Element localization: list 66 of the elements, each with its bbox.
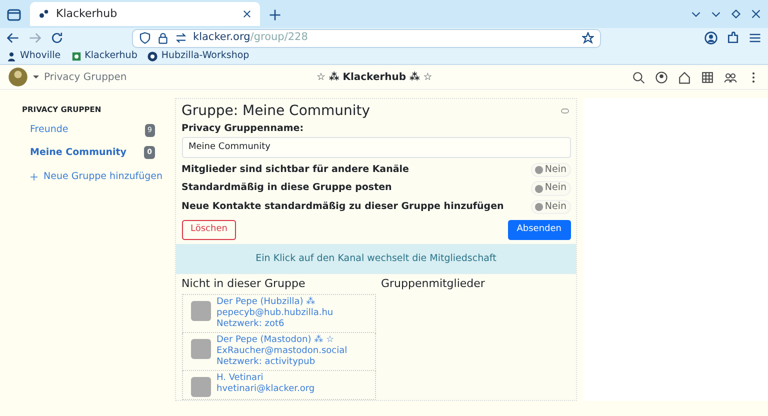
delete-button[interactable]: Löschen — [182, 220, 236, 240]
contact-name: Der Pepe (Hubzilla) ⁂ — [216, 296, 316, 308]
menu-icon[interactable] — [748, 31, 762, 45]
site-title: ☆ ⁂ Klackerhub ⁂ ☆ — [316, 72, 432, 83]
contact-entry[interactable]: Der Pepe (Mastodon) ⁂ ☆ ExRaucher@mastodon.social Netzwerk: activitypub — [182, 332, 376, 371]
setting-label: Mitglieder sind sichtbar für andere Kanäle — [182, 164, 409, 176]
collapse-icon[interactable] — [558, 106, 570, 115]
add-group-link[interactable]: Neue Gruppe hinzufügen — [22, 164, 163, 188]
column-heading: Nicht in dieser Gruppe — [182, 276, 306, 291]
star-icon[interactable] — [582, 32, 594, 44]
bookmark-site-icon — [6, 50, 17, 62]
contact-entry[interactable]: Der Pepe (Hubzilla) ⁂ pepecyb@hub.hubzilla.hu Netzwerk: zot6 — [182, 294, 376, 333]
lock-icon — [157, 32, 169, 44]
avatar-placeholder — [190, 338, 210, 359]
plus-icon — [30, 172, 38, 181]
bookmark-site-icon — [147, 50, 158, 62]
name-input-field[interactable]: Meine Community — [182, 137, 570, 158]
avatar-placeholder — [190, 300, 210, 321]
bookmark-link[interactable]: Hubzilla-Workshop — [147, 48, 250, 64]
close-icon[interactable] — [242, 9, 252, 19]
address-bar[interactable]: klacker.org/group/228 — [132, 28, 601, 48]
url-text: klacker.org/group/228 — [193, 30, 309, 46]
contact-address: hvetinari@klacker.org — [216, 384, 315, 395]
swap-arrows-icon — [175, 32, 187, 44]
search-icon[interactable] — [632, 70, 645, 84]
profile-icon[interactable] — [655, 70, 668, 84]
column-heading: Gruppenmitglieder — [381, 276, 486, 291]
browser-tab[interactable]: Klackerhub — [30, 2, 260, 26]
forward-arrow-icon — [28, 31, 42, 45]
contact-network: Netzwerk: activitypub — [216, 356, 316, 368]
shield-icon — [139, 32, 151, 44]
avatar-placeholder — [190, 376, 210, 397]
contact-network: Netzwerk: zot6 — [216, 318, 286, 330]
setting-label: Neue Kontakte standardmäßig zu dieser Gruppe hinzufügen — [182, 200, 504, 214]
caret-icon[interactable] — [32, 73, 40, 81]
site-icon — [38, 8, 50, 20]
avatar-icon[interactable] — [8, 67, 28, 87]
submit-button[interactable]: Absenden — [508, 220, 570, 240]
toggle-switch[interactable]: Nein — [530, 163, 570, 178]
toggle-switch[interactable]: Nein — [530, 181, 570, 196]
bookmark-link[interactable]: Whoville — [6, 48, 61, 64]
reload-icon[interactable] — [50, 31, 64, 45]
contact-name: Der Pepe (Mastodon) ⁂ ☆ — [216, 334, 336, 346]
account-icon[interactable] — [704, 31, 718, 45]
close-icon[interactable] — [750, 8, 762, 20]
grid-icon[interactable] — [701, 70, 714, 84]
group-title: Gruppe: Meine Community — [182, 102, 370, 120]
toggle-switch[interactable]: Nein — [530, 200, 570, 214]
contact-entry[interactable]: H. Vetinari hvetinari@klacker.org — [182, 370, 376, 400]
tab-title: Klackerhub — [56, 6, 118, 22]
setting-label: Standardmäßig in diese Gruppe posten — [182, 182, 392, 195]
bookmark-site-icon — [70, 50, 82, 62]
contact-address: pepecyb@hub.hubzilla.hu — [216, 308, 334, 319]
maximize-icon[interactable] — [730, 8, 742, 20]
home-icon[interactable] — [678, 70, 691, 84]
field-label: Privacy Gruppenname: — [182, 122, 305, 136]
new-tab-icon[interactable] — [268, 8, 282, 22]
people-icon[interactable] — [724, 70, 737, 84]
back-arrow-icon[interactable] — [6, 31, 20, 45]
tab-list-icon[interactable] — [6, 7, 22, 23]
bookmark-link[interactable]: Klackerhub — [70, 48, 138, 64]
hint-banner: Ein Klick auf den Kanal wechselt die Mitgliedschaft — [176, 244, 576, 274]
contact-address: ExRaucher@mastodon.social — [216, 346, 348, 357]
section-title: Privacy Gruppen — [44, 70, 127, 84]
extensions-icon[interactable] — [726, 31, 740, 45]
contact-name: H. Vetinari — [216, 372, 264, 384]
